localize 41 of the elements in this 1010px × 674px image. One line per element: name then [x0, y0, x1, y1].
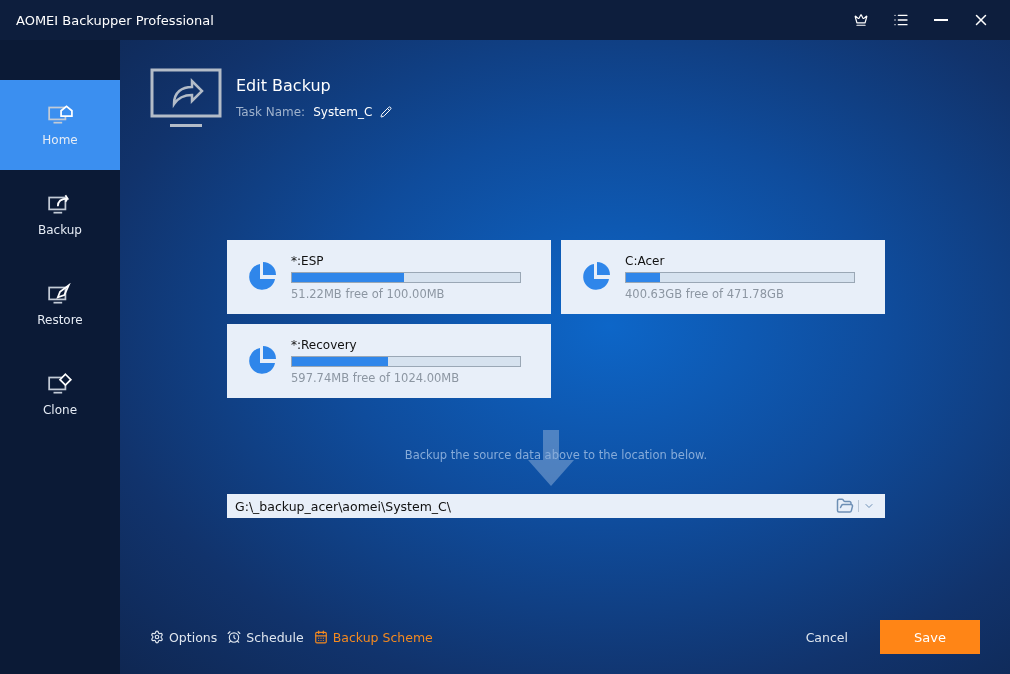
restore-icon [47, 283, 73, 305]
window-title: AOMEI Backupper Professional [16, 12, 215, 28]
sidebar-item[interactable]: Backup [0, 170, 120, 260]
sidebar-item[interactable]: Clone [0, 350, 120, 440]
partition-name: C:Acer [625, 253, 666, 268]
clock-icon [227, 630, 242, 644]
sidebar-label: Clone [42, 403, 77, 417]
sidebar-item[interactable]: Restore [0, 260, 120, 350]
partition-name: *:ESP [291, 253, 325, 268]
destination-field[interactable]: G:\_backup_acer\aomei\System_C\ [227, 494, 885, 518]
cancel-button[interactable]: Cancel [799, 628, 854, 646]
partition-name: *:Recovery [291, 337, 358, 352]
gear-icon [150, 630, 164, 644]
minimize-icon [934, 19, 948, 21]
path-input[interactable]: G:\_backup_acer\aomei\System_C\ [233, 497, 832, 515]
pie-chart-icon [581, 262, 611, 292]
option-link[interactable]: Schedule [227, 629, 304, 645]
crown-icon [854, 13, 868, 27]
monitor-share-icon [150, 68, 222, 128]
pie-chart-icon [247, 262, 277, 292]
partition-card[interactable]: *:Recovery 597.74MB free of 1024.00MB [227, 324, 551, 398]
clone-icon [47, 373, 73, 395]
task-name: System_C [313, 105, 373, 119]
menu-icon [893, 12, 909, 28]
task-name-label: Task Name: [236, 105, 306, 119]
sidebar-label: Home [42, 133, 78, 147]
option-link[interactable]: Options [150, 629, 218, 645]
sidebar-label: Backup [38, 223, 82, 237]
page-title: Edit Backup [236, 76, 332, 95]
pie-chart-icon [247, 346, 277, 376]
partition-card[interactable]: *:ESP 51.22MB free of 100.00MB [227, 240, 551, 314]
usage-text: 51.22MB free of 100.00MB [291, 286, 446, 301]
sidebar-label: Restore [37, 313, 83, 327]
edit-icon[interactable] [380, 106, 393, 118]
home-icon [47, 103, 73, 125]
option-link[interactable]: Backup Scheme [313, 629, 433, 645]
usage-text: 597.74MB free of 1024.00MB [291, 370, 461, 385]
calendar-icon [313, 630, 328, 644]
usage-text: 400.63GB free of 471.78GB [625, 286, 785, 301]
folder-icon [836, 497, 854, 515]
partition-card[interactable]: C:Acer 400.63GB free of 471.78GB [561, 240, 885, 314]
